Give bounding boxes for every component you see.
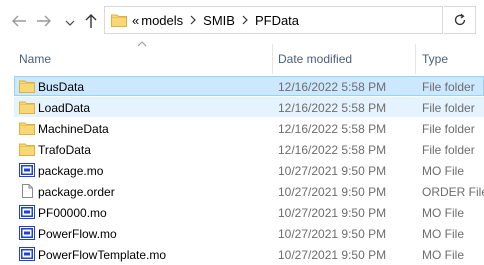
file-row[interactable]: PowerFlow.mo 10/27/2021 9:50 PM MO File	[0, 223, 484, 244]
selection-highlight	[14, 76, 484, 96]
address-bar[interactable]: « models SMIB PFData	[104, 6, 443, 34]
file-name[interactable]: TrafoData	[38, 143, 91, 157]
file-row[interactable]: LoadData 12/16/2022 5:58 PM File folder	[0, 97, 484, 118]
breadcrumb-smib[interactable]: SMIB	[203, 13, 235, 28]
file-type: MO File	[422, 164, 464, 178]
file-type: File folder	[422, 101, 475, 115]
file-date-modified: 10/27/2021 9:50 PM	[278, 185, 387, 199]
file-type: ORDER File	[422, 185, 484, 199]
column-headers: Name Date modified Type	[0, 40, 484, 74]
mo-file-icon	[19, 163, 35, 177]
blank-file-icon	[19, 184, 35, 198]
column-header-date-modified[interactable]: Date modified	[278, 52, 352, 66]
file-name[interactable]: package.mo	[38, 164, 103, 178]
file-date-modified: 10/27/2021 9:50 PM	[278, 164, 387, 178]
refresh-icon	[454, 13, 465, 26]
chevron-right-icon[interactable]	[190, 15, 197, 25]
up-button[interactable]	[81, 11, 101, 31]
file-name[interactable]: LoadData	[38, 101, 90, 115]
file-date-modified: 10/27/2021 9:50 PM	[278, 248, 387, 262]
file-list: BusData 12/16/2022 5:58 PM File folder Load…	[0, 76, 484, 265]
back-arrow-icon	[12, 15, 26, 27]
column-divider[interactable]	[272, 44, 273, 74]
mo-file-icon	[19, 247, 35, 261]
file-date-modified: 10/27/2021 9:50 PM	[278, 227, 387, 241]
file-date-modified: 12/16/2022 5:58 PM	[278, 101, 387, 115]
file-type: MO File	[422, 206, 464, 220]
breadcrumb-models[interactable]: models	[141, 13, 183, 28]
sort-ascending-icon	[137, 41, 147, 47]
file-date-modified: 10/27/2021 9:50 PM	[278, 206, 387, 220]
refresh-button[interactable]	[444, 6, 476, 34]
file-row[interactable]: package.order 10/27/2021 9:50 PM ORDER Fil…	[0, 181, 484, 202]
back-button[interactable]	[9, 11, 29, 31]
file-row[interactable]: package.mo 10/27/2021 9:50 PM MO File	[0, 160, 484, 181]
file-row[interactable]: TrafoData 12/16/2022 5:58 PM File folder	[0, 139, 484, 160]
folder-icon	[19, 121, 35, 135]
file-name[interactable]: BusData	[38, 80, 84, 94]
file-row[interactable]: MachineData 12/16/2022 5:58 PM File folder	[0, 118, 484, 139]
column-header-type[interactable]: Type	[422, 52, 448, 66]
forward-arrow-icon	[37, 15, 51, 27]
folder-icon	[111, 14, 127, 27]
file-type: File folder	[422, 80, 475, 94]
file-name[interactable]: PowerFlow.mo	[38, 227, 117, 241]
file-type: MO File	[422, 227, 464, 241]
mo-file-icon	[19, 205, 35, 219]
folder-icon	[19, 142, 35, 156]
file-name[interactable]: package.order	[38, 185, 115, 199]
file-date-modified: 12/16/2022 5:58 PM	[278, 122, 387, 136]
recent-locations-button[interactable]	[60, 13, 80, 33]
folder-icon	[19, 79, 35, 93]
chevron-right-icon[interactable]	[242, 15, 248, 25]
breadcrumb-overflow[interactable]: «	[132, 13, 139, 28]
breadcrumb-pfdata[interactable]: PFData	[255, 13, 299, 28]
column-header-name[interactable]: Name	[19, 52, 51, 66]
file-row[interactable]: BusData 12/16/2022 5:58 PM File folder	[0, 76, 484, 97]
navigation-bar: « models SMIB PFData	[0, 0, 484, 40]
file-type: File folder	[422, 122, 475, 136]
column-divider[interactable]	[415, 44, 416, 74]
file-date-modified: 12/16/2022 5:58 PM	[278, 143, 387, 157]
forward-button[interactable]	[34, 11, 54, 31]
file-row[interactable]: PowerFlowTemplate.mo 10/27/2021 9:50 PM MO…	[0, 244, 484, 265]
file-explorer-window: « models SMIB PFData Name Date modified …	[0, 0, 484, 265]
file-row[interactable]: PF00000.mo 10/27/2021 9:50 PM MO File	[0, 202, 484, 223]
breadcrumb: « models SMIB PFData	[132, 13, 299, 28]
chevron-down-icon	[65, 20, 75, 26]
file-name[interactable]: PowerFlowTemplate.mo	[38, 248, 166, 262]
file-name[interactable]: PF00000.mo	[38, 206, 107, 220]
up-arrow-icon	[85, 14, 97, 28]
file-type: MO File	[422, 248, 464, 262]
file-type: File folder	[422, 143, 475, 157]
file-name[interactable]: MachineData	[38, 122, 109, 136]
folder-icon	[19, 100, 35, 114]
file-date-modified: 12/16/2022 5:58 PM	[278, 80, 387, 94]
mo-file-icon	[19, 226, 35, 240]
